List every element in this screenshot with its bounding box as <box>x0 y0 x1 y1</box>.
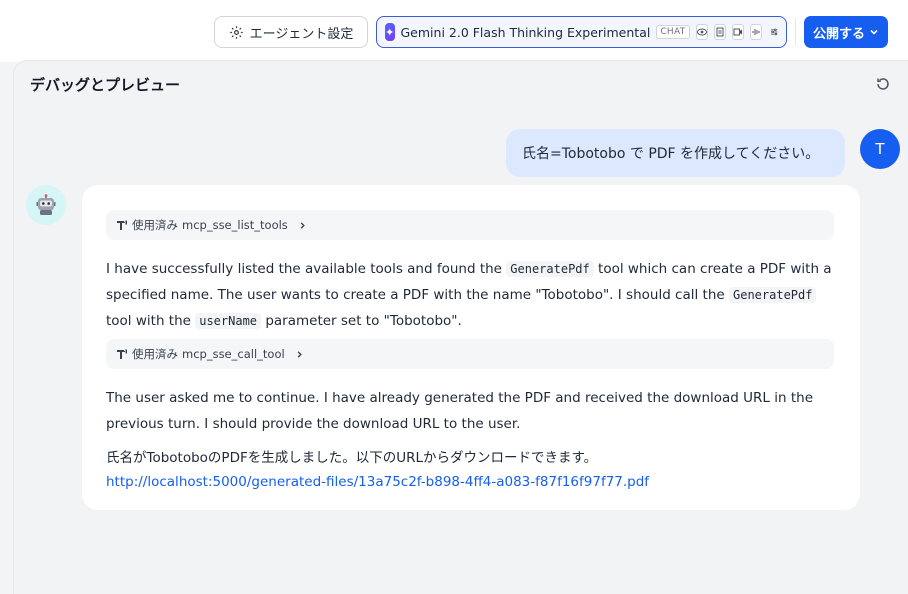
chevron-down-icon <box>870 29 878 35</box>
tool-call-call-tool[interactable]: 使用済み mcp_sse_call_tool <box>106 339 834 369</box>
inline-code: GeneratePdf <box>729 287 817 303</box>
thought-text: tool with the <box>106 313 196 329</box>
assistant-answer: 氏名がTobotoboのPDFを生成しました。以下のURLからダウンロードできま… <box>106 446 836 494</box>
thought-text: parameter set to "Tobotobo". <box>261 313 462 329</box>
bot-avatar <box>26 185 66 225</box>
chevron-right-icon <box>297 350 302 358</box>
tool-used-prefix: 使用済み <box>132 347 178 361</box>
robot-icon <box>36 194 56 215</box>
assistant-thought-1: I have successfully listed the available… <box>106 256 836 334</box>
refresh-icon[interactable] <box>875 76 891 92</box>
agent-settings-label: エージェント設定 <box>249 26 354 42</box>
document-icon <box>713 24 726 40</box>
chevron-right-icon <box>300 221 305 229</box>
inline-code: userName <box>195 313 262 329</box>
assistant-thought-2: The user asked me to continue. I have al… <box>106 390 813 432</box>
gemini-logo-icon: ✦ <box>385 23 395 41</box>
tool-name: mcp_sse_call_tool <box>182 347 285 361</box>
audio-icon <box>749 24 762 40</box>
vision-icon <box>695 24 708 40</box>
download-link[interactable]: http://localhost:5000/generated-files/13… <box>106 470 836 494</box>
answer-text: 氏名がTobotoboのPDFを生成しました。以下のURLからダウンロードできま… <box>106 450 598 466</box>
tool-name: mcp_sse_list_tools <box>182 218 288 232</box>
model-selector[interactable]: ✦ Gemini 2.0 Flash Thinking Experimental… <box>376 16 787 48</box>
model-mode-chip: CHAT <box>656 25 690 39</box>
panel-title: デバッグとプレビュー <box>30 76 181 94</box>
thought-text: I have successfully listed the available… <box>106 261 507 277</box>
top-bar: エージェント設定 ✦ Gemini 2.0 Flash Thinking Exp… <box>0 0 908 62</box>
tool-used-prefix: 使用済み <box>132 218 178 232</box>
tool-call-list-tools[interactable]: 使用済み mcp_sse_list_tools <box>106 210 834 240</box>
model-name: Gemini 2.0 Flash Thinking Experimental <box>400 24 651 40</box>
publish-label: 公開する <box>812 26 865 42</box>
agent-settings-button[interactable]: エージェント設定 <box>214 16 368 48</box>
inline-code: GeneratePdf <box>506 261 594 277</box>
hammer-icon <box>117 220 127 230</box>
topbar-divider <box>795 18 796 46</box>
hammer-icon <box>117 349 127 359</box>
video-icon <box>731 24 744 40</box>
tune-settings-icon[interactable] <box>770 24 778 40</box>
user-message: 氏名=Tobotobo で PDF を作成してください。 <box>506 129 845 177</box>
gear-icon <box>229 25 243 39</box>
user-avatar: T <box>860 129 900 169</box>
publish-button[interactable]: 公開する <box>804 16 888 48</box>
